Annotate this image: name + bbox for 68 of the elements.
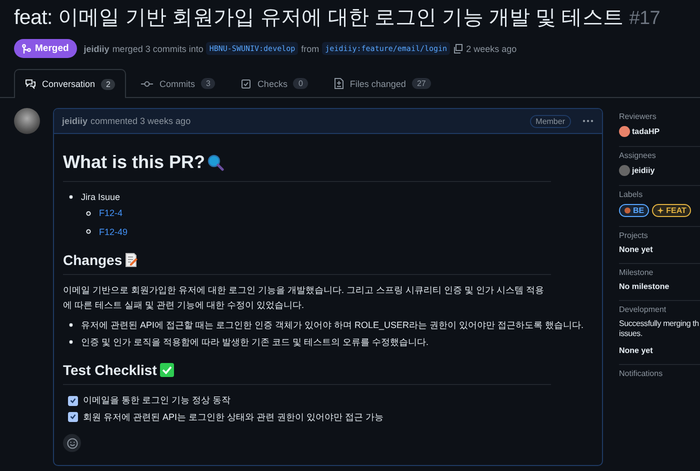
tab-count: 0 (293, 78, 308, 89)
reviewer-name[interactable]: tadaHP (632, 127, 660, 136)
sparkles-icon (657, 207, 664, 214)
description-paragraph: 이메일 기반으로 회원가입한 유저에 대한 로그인 기능을 개발했습니다. 그리고 스프링 시큐리티 인증 및 인가 시스템 적용에 따른 테스트 실패 및 관련 기능에 대한 수정이 있었습니다. (63, 284, 545, 312)
avatar[interactable] (14, 108, 40, 134)
bullet-icon (69, 194, 73, 199)
checkbox[interactable] (68, 412, 78, 422)
issue-link[interactable]: F12-49 (99, 224, 128, 239)
merge-time: 2 weeks ago (466, 44, 517, 54)
bullet-icon (69, 340, 73, 344)
add-reaction-button[interactable] (63, 434, 81, 452)
tab[interactable]: Commits 3 (130, 69, 226, 97)
issue-link[interactable]: F12-4 (99, 206, 123, 221)
tab[interactable]: Files changed 27 (322, 69, 442, 97)
avatar (619, 165, 630, 176)
projects-value: None yet (619, 245, 654, 254)
pr-title: feat: 이메일 기반 회원가입 유저에 대한 로그인 기능 개발 및 테스트 (14, 6, 624, 29)
magnifier-icon (207, 154, 224, 171)
sidebar-heading[interactable]: Projects (619, 231, 700, 240)
tab-count: 27 (412, 78, 431, 89)
sidebar-heading[interactable]: Reviewers (619, 112, 700, 121)
label-tag[interactable]: FEAT (652, 204, 692, 217)
tab[interactable]: Checks 0 (230, 69, 319, 97)
development-value: None yet (619, 346, 654, 355)
tab[interactable]: Conversation 2 (14, 69, 126, 98)
merge-text: merged 3 commits into (112, 44, 204, 54)
pr-number: #17 (629, 8, 660, 29)
section-heading: Test Checklist (63, 360, 157, 380)
commit-icon (141, 80, 154, 88)
label-tag[interactable]: BE (619, 204, 650, 217)
file-diff-icon (334, 78, 344, 89)
bullet-icon (86, 229, 91, 234)
smiley-icon (66, 438, 78, 449)
sidebar-heading[interactable]: Notifications (619, 368, 700, 378)
from-text: from (301, 44, 320, 54)
comment-author[interactable]: jeidiiy (62, 116, 88, 126)
check-mark-icon (160, 363, 174, 378)
section-heading: Changes (63, 250, 122, 270)
comment-time: commented 3 weeks ago (90, 116, 191, 126)
sidebar-heading[interactable]: Development (619, 305, 700, 314)
copy-icon[interactable] (453, 44, 464, 54)
author-link[interactable]: jeidiiy (84, 44, 110, 54)
list-item-text: 유저에 관련된 API에 접근할 때는 로그인한 인증 객체가 있어야 하며 ROLE_USER라는 권한이 있어야만 접근하도록 했습니다. (81, 319, 584, 332)
member-badge: Member (530, 114, 571, 128)
checkbox[interactable] (68, 396, 78, 406)
avatar (619, 126, 630, 137)
checklist-item-text: 회원 유저에 관련된 API는 로그인한 상태와 관련 권한이 있어야만 접근 가능 (83, 410, 384, 424)
sidebar-heading[interactable]: Milestone (619, 268, 700, 277)
bullet-icon (86, 210, 91, 216)
checklist-item-text: 이메일을 통한 로그인 기능 정상 동작 (83, 394, 231, 408)
assignee-name[interactable]: jeidiiy (632, 166, 655, 175)
checklist-icon (241, 78, 252, 88)
list-item-text: 인증 및 인가 로직을 적용함에 따라 발생한 기존 코드 및 테스트의 오류를 수정했습니다. (81, 336, 429, 349)
development-text: issues. (619, 329, 644, 340)
sidebar-heading[interactable]: Labels (619, 190, 700, 199)
sidebar-heading[interactable]: Assignees (619, 151, 700, 160)
speech-bubbles-icon (25, 79, 36, 89)
bullet-icon (69, 323, 73, 328)
tab-count: 3 (200, 78, 216, 89)
merge-icon (22, 44, 31, 54)
development-text: Successfully merging th (619, 319, 700, 330)
tab-count: 2 (101, 78, 116, 90)
milestone-value: No milestone (619, 282, 670, 291)
section-heading: What is this PR? (63, 151, 206, 174)
merged-badge: Merged (14, 39, 77, 58)
memo-icon (125, 253, 138, 268)
more-options-icon[interactable] (582, 119, 594, 123)
list-item-text: Jira Isuue (81, 190, 120, 204)
